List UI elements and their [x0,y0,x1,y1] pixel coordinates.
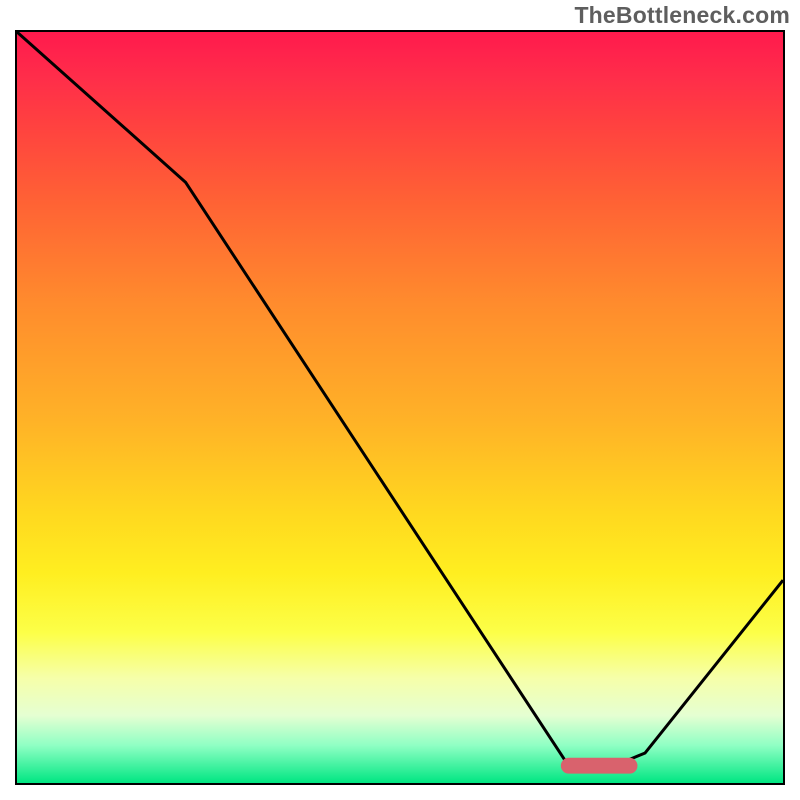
watermark-text: TheBottleneck.com [574,2,790,29]
plot-area [15,30,785,785]
optimal-range-marker [17,32,783,783]
chart-container: TheBottleneck.com [0,0,800,800]
